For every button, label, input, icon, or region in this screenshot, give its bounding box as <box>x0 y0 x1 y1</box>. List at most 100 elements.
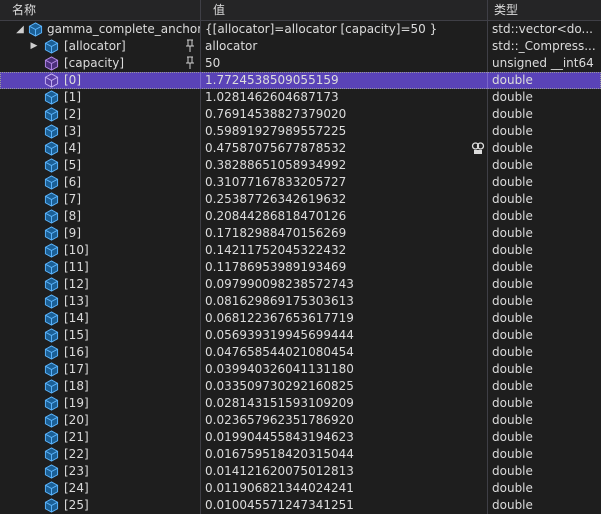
value-cell[interactable]: 0.033509730292160825 <box>201 378 488 395</box>
vector-element-row[interactable]: [6] 0.31077167833205727 double <box>0 174 601 191</box>
name-cell: ◢ gamma_complete_anchor <box>0 21 201 38</box>
value-cell[interactable]: 0.014121620075012813 <box>201 463 488 480</box>
value-cell[interactable]: 0.023657962351786920 <box>201 412 488 429</box>
value-cell[interactable]: {[allocator]=allocator [capacity]=50 } <box>201 21 488 38</box>
element-index: [1] <box>64 90 81 104</box>
value-cell[interactable]: 0.081629869175303613 <box>201 293 488 310</box>
vector-element-row[interactable]: [5] 0.38288651058934992 double <box>0 157 601 174</box>
vector-element-row[interactable]: [3] 0.59891927989557225 double <box>0 123 601 140</box>
vector-element-row[interactable]: [24] 0.011906821344024241 double <box>0 480 601 497</box>
vector-element-row[interactable]: [23] 0.014121620075012813 double <box>0 463 601 480</box>
element-index: [3] <box>64 124 81 138</box>
type-cell: double <box>492 260 533 274</box>
vector-element-row[interactable]: [10] 0.14211752045322432 double <box>0 242 601 259</box>
name-cell: [24] <box>0 480 201 497</box>
field-cube-icon <box>44 56 59 71</box>
value-cell[interactable]: 0.25387726342619632 <box>201 191 488 208</box>
expanded-triangle-icon[interactable]: ◢ <box>15 21 25 38</box>
vector-element-row[interactable]: [13] 0.081629869175303613 double <box>0 293 601 310</box>
element-index: [18] <box>64 379 89 393</box>
element-index: [10] <box>64 243 89 257</box>
value-cell[interactable]: 0.38288651058934992 <box>201 157 488 174</box>
variable-cube-icon <box>44 260 59 275</box>
value-cell[interactable]: 0.028143151593109209 <box>201 395 488 412</box>
type-cell: double <box>492 379 533 393</box>
value-cell[interactable]: 0.76914538827379020 <box>201 106 488 123</box>
vector-element-row[interactable]: [18] 0.033509730292160825 double <box>0 378 601 395</box>
vector-element-row[interactable]: [2] 0.76914538827379020 double <box>0 106 601 123</box>
vector-element-row[interactable]: [19] 0.028143151593109209 double <box>0 395 601 412</box>
vector-element-row[interactable]: [17] 0.039940326041131180 double <box>0 361 601 378</box>
column-header-name[interactable]: 名称 <box>0 0 201 20</box>
visualizer-icon[interactable] <box>471 141 485 155</box>
column-header-value[interactable]: 值 <box>201 0 488 20</box>
variable-cube-icon <box>44 124 59 139</box>
vector-element-row[interactable]: [20] 0.023657962351786920 double <box>0 412 601 429</box>
vector-element-row[interactable]: [9] 0.17182988470156269 double <box>0 225 601 242</box>
vector-element-row[interactable]: [14] 0.068122367653617719 double <box>0 310 601 327</box>
type-cell: double <box>492 124 533 138</box>
value-cell[interactable]: 0.011906821344024241 <box>201 480 488 497</box>
value-cell[interactable]: 1.0281462604687173 <box>201 89 488 106</box>
type-cell: double <box>492 498 533 512</box>
variable-cube-icon <box>44 158 59 173</box>
name-cell: [14] <box>0 310 201 327</box>
value-cell[interactable]: 0.59891927989557225 <box>201 123 488 140</box>
value-cell[interactable]: 0.097990098238572743 <box>201 276 488 293</box>
variable-name: [allocator] <box>64 39 126 53</box>
vector-element-row[interactable]: [11] 0.11786953989193469 double <box>0 259 601 276</box>
watch-row-capacity[interactable]: [capacity] 50 unsigned __int64 <box>0 55 601 72</box>
vector-element-row[interactable]: [8] 0.20844286818470126 double <box>0 208 601 225</box>
value-cell[interactable]: 0.039940326041131180 <box>201 361 488 378</box>
variable-cube-icon <box>44 464 59 479</box>
watch-rows: ◢ gamma_complete_anchor {[allocator]=all… <box>0 21 601 514</box>
column-header-type[interactable]: 类型 <box>488 0 601 20</box>
variable-cube-icon <box>44 413 59 428</box>
type-cell: double <box>492 311 533 325</box>
pin-icon[interactable] <box>185 39 195 53</box>
collapsed-triangle-icon[interactable]: ▶ <box>29 38 39 55</box>
type-cell: double <box>492 396 533 410</box>
watch-row-allocator[interactable]: ▶ [allocator] allocator std::_Compress..… <box>0 38 601 55</box>
value-cell[interactable]: 0.068122367653617719 <box>201 310 488 327</box>
value-cell[interactable]: 0.31077167833205727 <box>201 174 488 191</box>
vector-element-row[interactable]: [16] 0.047658544021080454 double <box>0 344 601 361</box>
value-cell[interactable]: 0.14211752045322432 <box>201 242 488 259</box>
name-cell: [12] <box>0 276 201 293</box>
value-cell[interactable]: 1.7724538509055159 <box>201 72 488 89</box>
value-cell[interactable]: 0.47587075677878532 <box>201 140 488 157</box>
vector-element-row[interactable]: [21] 0.019904455843194623 double <box>0 429 601 446</box>
vector-element-row[interactable]: [1] 1.0281462604687173 double <box>0 89 601 106</box>
value-cell[interactable]: 0.010045571247341251 <box>201 497 488 514</box>
element-index: [23] <box>64 464 89 478</box>
vector-element-row[interactable]: [7] 0.25387726342619632 double <box>0 191 601 208</box>
element-index: [5] <box>64 158 81 172</box>
value-cell[interactable]: 0.016759518420315044 <box>201 446 488 463</box>
type-cell: double <box>492 362 533 376</box>
value-cell[interactable]: 0.019904455843194623 <box>201 429 488 446</box>
type-cell: double <box>492 328 533 342</box>
value-cell[interactable]: 0.047658544021080454 <box>201 344 488 361</box>
value-cell[interactable]: 0.11786953989193469 <box>201 259 488 276</box>
vector-element-row[interactable]: [25] 0.010045571247341251 double <box>0 497 601 514</box>
value-cell[interactable]: 0.20844286818470126 <box>201 208 488 225</box>
vector-element-row[interactable]: [22] 0.016759518420315044 double <box>0 446 601 463</box>
watch-row-root[interactable]: ◢ gamma_complete_anchor {[allocator]=all… <box>0 21 601 38</box>
pin-icon[interactable] <box>185 56 195 70</box>
name-cell: [11] <box>0 259 201 276</box>
vector-element-row[interactable]: [0] 1.7724538509055159 double <box>0 72 601 89</box>
value-cell[interactable]: 50 <box>201 55 488 72</box>
vector-element-row[interactable]: [15] 0.056939319945699444 double <box>0 327 601 344</box>
variable-cube-icon <box>44 243 59 258</box>
variable-cube-icon <box>44 175 59 190</box>
variable-cube-icon <box>44 209 59 224</box>
vector-element-row[interactable]: [12] 0.097990098238572743 double <box>0 276 601 293</box>
value-cell[interactable]: allocator <box>201 38 488 55</box>
vector-element-row[interactable]: [4] 0.47587075677878532 double <box>0 140 601 157</box>
value-cell[interactable]: 0.17182988470156269 <box>201 225 488 242</box>
type-cell: double <box>492 430 533 444</box>
variable-cube-icon <box>44 328 59 343</box>
value-cell[interactable]: 0.056939319945699444 <box>201 327 488 344</box>
name-cell: [15] <box>0 327 201 344</box>
type-cell: double <box>492 447 533 461</box>
